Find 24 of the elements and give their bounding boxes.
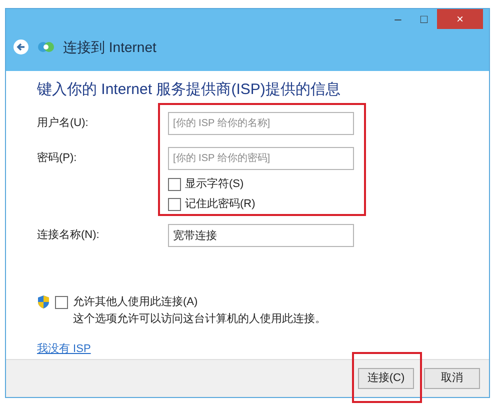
checkbox-label: 记住此密码(R)	[185, 196, 256, 212]
no-isp-link[interactable]: 我没有 ISP	[37, 341, 91, 358]
text-field[interactable]: [你的 ISP 给你的名称]	[168, 112, 354, 135]
shield-icon	[37, 295, 50, 309]
text-field[interactable]: 宽带连接	[168, 224, 354, 247]
page-heading: 键入你的 Internet 服务提供商(ISP)提供的信息	[37, 80, 342, 100]
connect-button[interactable]: 连接(C)	[358, 368, 414, 389]
cancel-button[interactable]: 取消	[424, 368, 480, 389]
checkbox[interactable]	[168, 198, 181, 210]
field-label: 密码(P):	[37, 150, 78, 166]
checkbox-label: 允许其他人使用此连接(A)	[73, 294, 198, 310]
checkbox[interactable]	[55, 296, 68, 308]
option-description: 这个选项允许可以访问这台计算机的人使用此连接。	[73, 312, 327, 327]
checkbox[interactable]	[168, 178, 181, 190]
maximize-button[interactable]: □	[411, 9, 437, 29]
window-title: 连接到 Internet	[63, 38, 156, 56]
back-icon[interactable]	[13, 39, 29, 55]
network-icon	[37, 41, 55, 53]
field-label: 用户名(U):	[37, 116, 90, 132]
field-label: 连接名称(N):	[37, 228, 100, 244]
text-field[interactable]: [你的 ISP 给你的密码]	[168, 147, 354, 170]
close-button[interactable]: ×	[437, 9, 483, 29]
checkbox-label: 显示字符(S)	[185, 176, 244, 192]
minimize-button[interactable]: –	[385, 9, 411, 29]
